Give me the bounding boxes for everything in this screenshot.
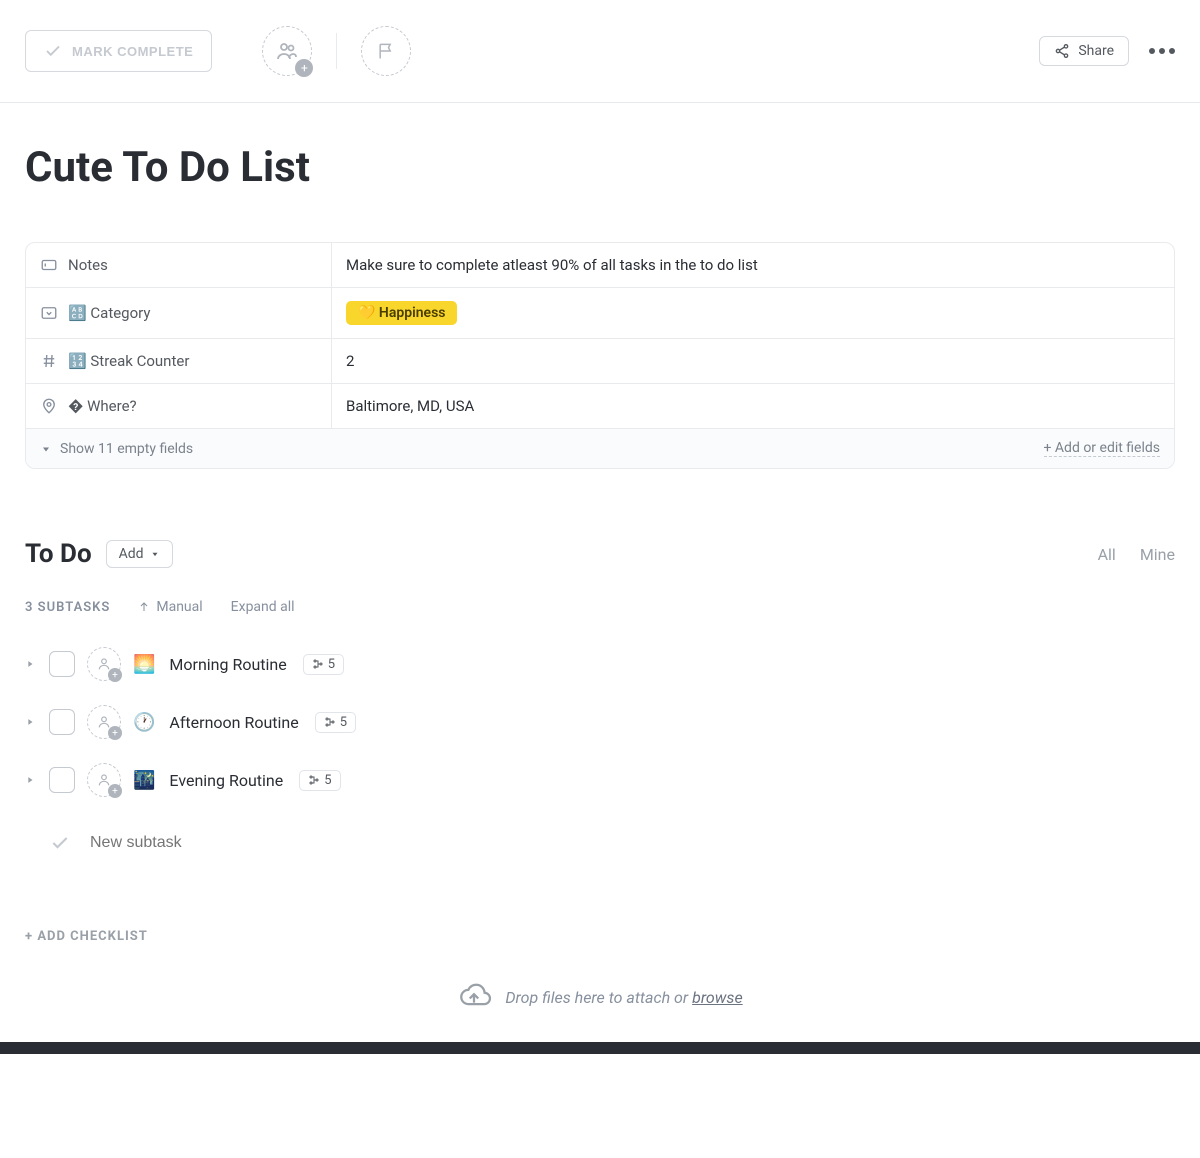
subtasks-icon [324, 716, 336, 728]
subtask-count-badge[interactable]: 5 [303, 654, 344, 675]
field-value-notes[interactable]: Make sure to complete atleast 90% of all… [332, 243, 1174, 287]
plus-badge-icon: + [295, 59, 313, 77]
subtask-count: 3 SUBTASKS [25, 600, 110, 615]
subtask-count-badge[interactable]: 5 [299, 770, 340, 791]
show-empty-fields-button[interactable]: Show 11 empty fields [40, 441, 193, 457]
category-tag: 💛 Happiness [346, 301, 457, 325]
add-edit-fields-button[interactable]: + Add or edit fields [1044, 440, 1161, 457]
expand-caret[interactable] [25, 659, 37, 669]
caret-down-icon [150, 549, 160, 559]
assignee-slot[interactable] [87, 705, 121, 739]
assignees-button[interactable]: + [262, 26, 312, 76]
flag-icon [376, 41, 396, 61]
cloud-upload-icon [457, 980, 491, 1014]
dot-icon [1169, 48, 1175, 54]
browse-link[interactable]: browse [692, 988, 743, 1007]
expand-caret[interactable] [25, 717, 37, 727]
expand-caret[interactable] [25, 775, 37, 785]
task-emoji: 🌃 [133, 770, 155, 791]
add-button[interactable]: Add [106, 540, 173, 568]
task-emoji: 🌅 [133, 654, 155, 675]
share-icon [1054, 43, 1070, 59]
people-icon [275, 39, 299, 63]
page-title[interactable]: Cute To Do List [0, 103, 1200, 242]
flag-button[interactable] [361, 26, 411, 76]
subtasks-icon [308, 774, 320, 786]
field-value-streak[interactable]: 2 [332, 339, 1174, 383]
bottom-bar [0, 1042, 1200, 1054]
add-checklist-button[interactable]: + ADD CHECKLIST [0, 889, 1200, 954]
check-icon [50, 833, 70, 853]
field-row-category: 🔠 Category 💛 Happiness [26, 288, 1174, 339]
mark-complete-label: MARK COMPLETE [72, 44, 193, 59]
assignee-slot[interactable] [87, 763, 121, 797]
more-menu-button[interactable] [1149, 48, 1175, 54]
text-icon [40, 256, 58, 274]
divider [336, 33, 337, 69]
dropzone-text: Drop files here to attach or browse [505, 988, 742, 1007]
section-title[interactable]: To Do [25, 539, 92, 569]
task-name[interactable]: Evening Routine [169, 771, 283, 790]
hash-icon [40, 352, 58, 370]
attachment-dropzone[interactable]: Drop files here to attach or browse [0, 954, 1200, 1042]
filter-all[interactable]: All [1098, 545, 1116, 564]
field-label[interactable]: Notes [26, 243, 332, 287]
task-checkbox[interactable] [49, 767, 75, 793]
mark-complete-button[interactable]: MARK COMPLETE [25, 30, 212, 72]
field-label[interactable]: � Where? [26, 384, 332, 428]
dot-icon [1149, 48, 1155, 54]
person-icon [96, 714, 112, 730]
location-icon [40, 397, 58, 415]
task-emoji: 🕐 [133, 712, 155, 733]
person-icon [96, 656, 112, 672]
dropdown-icon [40, 304, 58, 322]
field-row-streak: 🔢 Streak Counter 2 [26, 339, 1174, 384]
task-row: 🕐 Afternoon Routine 5 [25, 693, 1175, 751]
field-row-notes: Notes Make sure to complete atleast 90% … [26, 243, 1174, 288]
field-value-where[interactable]: Baltimore, MD, USA [332, 384, 1174, 428]
arrow-up-icon [138, 601, 150, 613]
share-button[interactable]: Share [1039, 36, 1129, 66]
subtask-count-badge[interactable]: 5 [315, 712, 356, 733]
field-label[interactable]: 🔠 Category [26, 288, 332, 338]
caret-down-icon [40, 443, 52, 455]
fields-footer: Show 11 empty fields + Add or edit field… [26, 429, 1174, 468]
field-label[interactable]: 🔢 Streak Counter [26, 339, 332, 383]
person-icon [96, 772, 112, 788]
dot-icon [1159, 48, 1165, 54]
filter-mine[interactable]: Mine [1140, 545, 1175, 564]
assignee-slot[interactable] [87, 647, 121, 681]
task-row: 🌅 Morning Routine 5 [25, 635, 1175, 693]
field-row-where: � Where? Baltimore, MD, USA [26, 384, 1174, 429]
share-label: Share [1078, 43, 1114, 59]
custom-fields-table: Notes Make sure to complete atleast 90% … [25, 242, 1175, 469]
sort-button[interactable]: Manual [138, 599, 202, 615]
task-name[interactable]: Morning Routine [169, 655, 286, 674]
check-icon [44, 42, 62, 60]
subtasks-icon [312, 658, 324, 670]
new-subtask-input[interactable] [90, 834, 490, 852]
task-row: 🌃 Evening Routine 5 [25, 751, 1175, 809]
expand-all-button[interactable]: Expand all [231, 599, 295, 615]
task-checkbox[interactable] [49, 651, 75, 677]
task-name[interactable]: Afternoon Routine [169, 713, 298, 732]
field-value-category[interactable]: 💛 Happiness [332, 288, 1174, 338]
new-subtask-row[interactable] [25, 815, 1175, 883]
task-checkbox[interactable] [49, 709, 75, 735]
